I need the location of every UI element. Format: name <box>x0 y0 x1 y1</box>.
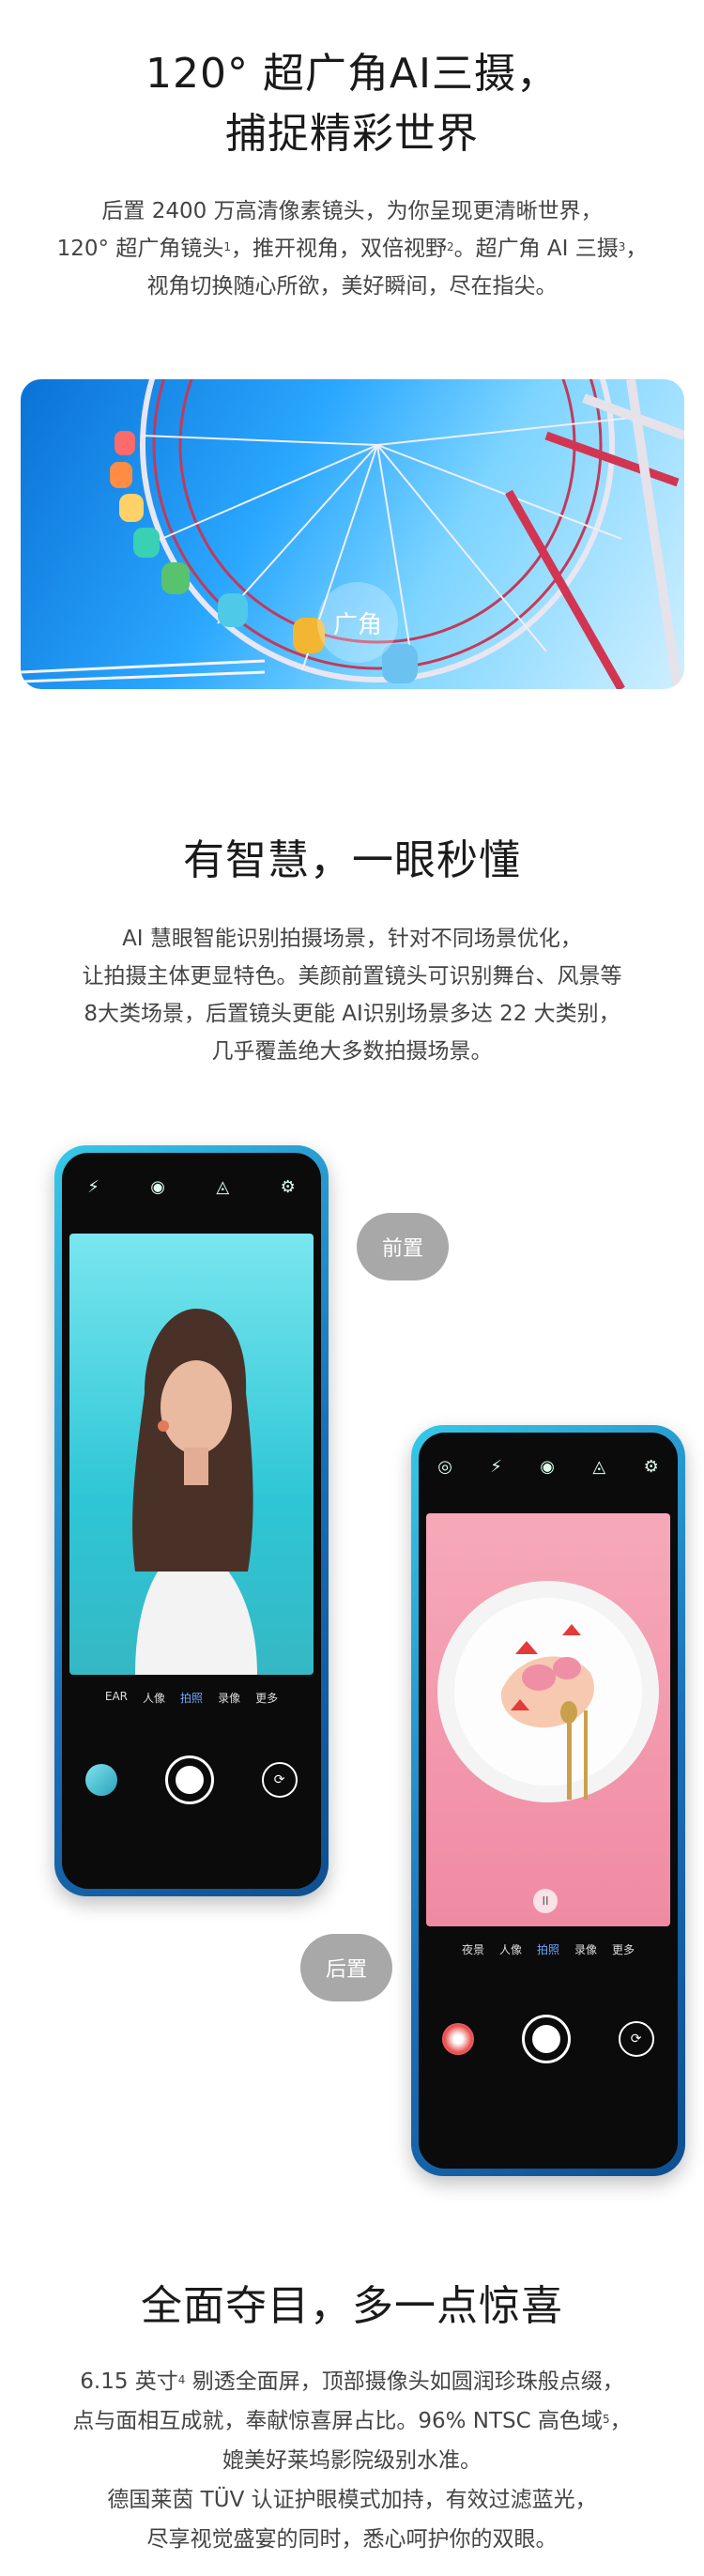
section2-para-line4: 几乎覆盖绝大多数拍摄场景。 <box>211 1039 493 1064</box>
section2-para-line2: 让拍摄主体更显特色。美颜前置镜头可识别舞台、风景等 <box>82 964 622 989</box>
ai-icon[interactable]: ◬ <box>216 1177 229 1197</box>
section2-paragraph: AI 慧眼智能识别拍摄场景，针对不同场景优化， 让拍摄主体更显特色。美颜前置镜头… <box>56 920 648 1070</box>
camera-top-bar: ◎ ⚡ ◉ ◬ ⚙ <box>419 1433 678 1500</box>
rear-label-bubble: 后置 <box>300 1934 392 2001</box>
rear-camera-phone: ◎ ⚡ ◉ ◬ ⚙ II 夜景 人像 拍照 录像 更多 ⟳ <box>411 1425 685 2176</box>
flash-icon[interactable]: ⚡ <box>87 1177 99 1197</box>
section3-para-line1: 6.15 英寸4 剔透全面屏，顶部摄像头如圆润珍珠般点缀， <box>42 2362 662 2401</box>
section3-paragraph: 6.15 英寸4 剔透全面屏，顶部摄像头如圆润珍珠般点缀， 点与面相互成就，奉献… <box>42 2362 662 2559</box>
text: 6.15 英寸 <box>80 2369 178 2394</box>
mode-item-active[interactable]: 拍照 <box>537 1941 559 1957</box>
camera-dot-icon[interactable]: ◉ <box>540 1457 555 1477</box>
text: 120° 超广角镜头 <box>56 237 224 261</box>
front-viewfinder <box>69 1234 314 1675</box>
section1-title-line1: 120° 超广角AI三摄， <box>145 50 559 98</box>
front-camera-phone: ⚡ ◉ ◬ ⚙ EAR 人像 拍照 录像 更多 ⟳ <box>54 1145 329 1896</box>
mode-item[interactable]: EAR <box>105 1690 128 1706</box>
text: ， <box>625 237 648 261</box>
shutter-button[interactable] <box>521 2015 571 2063</box>
mode-item[interactable]: 录像 <box>574 1941 597 1957</box>
section1-para-line1: 后置 2400 万高清像素镜头，为你呈现更清晰世界， <box>101 199 603 223</box>
mode-item[interactable]: 更多 <box>612 1941 635 1957</box>
text: 点与面相互成就，奉献惊喜屏占比。96% NTSC 高色域 <box>72 2409 604 2433</box>
section1-title-line2: 捕捉精彩世界 <box>225 110 479 158</box>
section3-para-line5: 尽享视觉盛宴的同时，悉心呵护你的双眼。 <box>146 2527 558 2552</box>
mode-item[interactable]: 更多 <box>255 1690 278 1706</box>
section2-para-line3: 8大类场景，后置镜头更能 AI识别场景多达 22 大类别， <box>84 1002 620 1026</box>
footnote-4: 4 <box>177 2373 186 2386</box>
portrait-illustration <box>132 1309 257 1675</box>
switch-camera-icon[interactable]: ⟳ <box>618 2021 654 2057</box>
mode-item[interactable]: 录像 <box>218 1690 240 1706</box>
footnote-3: 3 <box>618 240 626 253</box>
section1-paragraph: 后置 2400 万高清像素镜头，为你呈现更清晰世界， 120° 超广角镜头1，推… <box>56 192 648 305</box>
text: 。超广角 AI 三摄 <box>453 237 619 261</box>
switch-camera-icon[interactable]: ⟳ <box>261 1762 298 1798</box>
wide-angle-badge: 广角 <box>317 582 398 663</box>
rear-mode-bar: 夜景 人像 拍照 录像 更多 <box>419 1941 678 1957</box>
ferris-wheel-image: 广角 <box>21 379 684 689</box>
text: ，推开视角，双倍视野 <box>230 237 447 261</box>
gallery-thumbnail[interactable] <box>85 1764 118 1796</box>
camera-icon <box>531 2025 560 2053</box>
rear-bottom-bar: ⟳ <box>419 2015 678 2063</box>
flash-off-icon[interactable]: ⚡ <box>490 1457 502 1477</box>
camera-dot-icon[interactable]: ◉ <box>150 1177 165 1197</box>
mode-item[interactable]: 夜景 <box>462 1941 484 1957</box>
shutter-button[interactable] <box>164 1756 214 1804</box>
section2-title: 有智慧，一眼秒懂 <box>183 836 521 884</box>
front-bottom-bar: ⟳ <box>62 1756 321 1804</box>
aperture-icon[interactable]: ◎ <box>437 1457 452 1477</box>
footnote-1: 1 <box>223 240 231 253</box>
settings-icon[interactable]: ⚙ <box>644 1457 659 1477</box>
section3-para-line2: 点与面相互成就，奉献惊喜屏占比。96% NTSC 高色域5， <box>42 2401 662 2441</box>
front-phone-screen: ⚡ ◉ ◬ ⚙ EAR 人像 拍照 录像 更多 ⟳ <box>62 1153 321 1889</box>
text: 剔透全面屏，顶部摄像头如圆润珍珠般点缀， <box>185 2369 624 2394</box>
camera-icon <box>175 1766 204 1794</box>
section1-para-line3: 视角切换随心所欲，美好瞬间，尽在指尖。 <box>146 274 558 299</box>
mode-item-active[interactable]: 拍照 <box>180 1690 203 1706</box>
section3-title: 全面夺目，多一点惊喜 <box>141 2282 563 2330</box>
gallery-thumbnail[interactable] <box>442 2023 475 2055</box>
mode-item[interactable]: 人像 <box>499 1941 522 1957</box>
camera-top-bar: ⚡ ◉ ◬ ⚙ <box>62 1153 321 1220</box>
rear-viewfinder: II <box>426 1513 670 1926</box>
section3-para-line4: 德国莱茵 TÜV 认证护眼模式加持，有效过滤蓝光， <box>107 2488 597 2512</box>
pause-indicator: II <box>533 1889 558 1913</box>
section2-para-line1: AI 慧眼智能识别拍摄场景，针对不同场景优化， <box>122 927 582 951</box>
footnote-5: 5 <box>603 2413 610 2426</box>
section3-para-line3: 媲美好莱坞影院级别水准。 <box>222 2448 482 2473</box>
dessert-illustration <box>437 1581 659 1802</box>
settings-icon[interactable]: ⚙ <box>281 1177 296 1197</box>
rear-phone-screen: ◎ ⚡ ◉ ◬ ⚙ II 夜景 人像 拍照 录像 更多 ⟳ <box>419 1433 678 2169</box>
footnote-2: 2 <box>446 240 454 253</box>
front-mode-bar: EAR 人像 拍照 录像 更多 <box>62 1690 321 1706</box>
ai-icon[interactable]: ◬ <box>592 1457 605 1477</box>
mode-item[interactable]: 人像 <box>143 1690 165 1706</box>
section1-para-line2: 120° 超广角镜头1，推开视角，双倍视野2。超广角 AI 三摄3， <box>56 230 648 268</box>
text: ， <box>609 2409 632 2433</box>
front-label-bubble: 前置 <box>357 1213 449 1280</box>
